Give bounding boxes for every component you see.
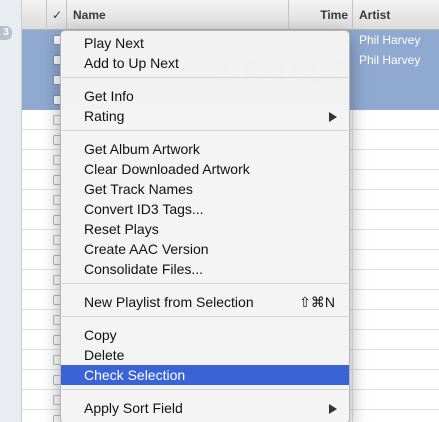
menu-item-rating[interactable]: Rating (61, 106, 349, 126)
column-divider (352, 370, 353, 389)
menu-item-play-next[interactable]: Play Next (61, 33, 349, 53)
column-header-time[interactable]: Time (288, 0, 352, 30)
column-divider (352, 50, 353, 69)
context-menu: Play Next Add to Up Next Get Info Rating Get… (60, 30, 350, 422)
submenu-arrow-icon (329, 404, 337, 414)
menu-item-check-selection[interactable]: Check Selection (61, 365, 349, 385)
column-header-artist[interactable]: Artist (352, 0, 439, 30)
menu-item-label: Create AAC Version (84, 241, 209, 257)
menu-item-label: Rating (84, 108, 125, 124)
column-divider (352, 90, 353, 109)
menu-item-delete[interactable]: Delete (61, 345, 349, 365)
menu-separator (62, 316, 348, 317)
column-divider (352, 270, 353, 289)
artist-cell: Phil Harvey (359, 33, 421, 47)
column-divider (352, 250, 353, 269)
menu-item-reset-plays[interactable]: Reset Plays (61, 219, 349, 239)
menu-item-label: Apply Sort Field (84, 400, 183, 416)
menu-item-get-track-names[interactable]: Get Track Names (61, 179, 349, 199)
column-divider (352, 230, 353, 249)
column-divider (352, 290, 353, 309)
submenu-arrow-icon (329, 112, 337, 122)
menu-item-convert-id3-tags[interactable]: Convert ID3 Tags... (61, 199, 349, 219)
column-divider (352, 150, 353, 169)
menu-separator (62, 77, 348, 78)
menu-item-label: Get Track Names (84, 181, 193, 197)
column-divider (352, 190, 353, 209)
menu-item-apply-sort-field[interactable]: Apply Sort Field (61, 398, 349, 418)
column-header-bar: ✓ Name Time Artist (22, 0, 439, 30)
menu-item-get-album-artwork[interactable]: Get Album Artwork (61, 139, 349, 159)
menu-separator (62, 283, 348, 284)
menu-item-label: Check Selection (84, 367, 186, 383)
artist-cell: Phil Harvey (359, 53, 421, 67)
menu-item-label: Clear Downloaded Artwork (84, 161, 250, 177)
menu-item-create-aac-version[interactable]: Create AAC Version (61, 239, 349, 259)
column-divider (352, 210, 353, 229)
menu-item-new-playlist-from-selection[interactable]: New Playlist from Selection ⇧⌘N (61, 292, 349, 312)
column-divider (352, 70, 353, 89)
column-divider (352, 410, 353, 422)
column-divider (352, 390, 353, 409)
menu-item-get-info[interactable]: Get Info (61, 86, 349, 106)
menu-separator (62, 130, 348, 131)
column-divider (352, 310, 353, 329)
menu-item-label: Consolidate Files... (84, 261, 204, 277)
menu-item-copy[interactable]: Copy (61, 325, 349, 345)
menu-item-label: Copy (84, 327, 117, 343)
menu-item-label: Add to Up Next (84, 55, 179, 71)
column-divider (352, 170, 353, 189)
column-divider (352, 350, 353, 369)
menu-item-consolidate-files[interactable]: Consolidate Files... (61, 259, 349, 279)
keyboard-shortcut: ⇧⌘N (299, 294, 335, 310)
menu-item-label: New Playlist from Selection (84, 294, 254, 310)
column-divider (352, 30, 353, 49)
column-header-name[interactable]: Name (66, 0, 288, 30)
column-divider (352, 130, 353, 149)
menu-item-label: Get Album Artwork (84, 141, 200, 157)
sidebar-gutter: 3 (0, 0, 22, 422)
column-divider (352, 330, 353, 349)
menu-item-label: Reset Plays (84, 221, 159, 237)
menu-item-add-to-up-next[interactable]: Add to Up Next (61, 53, 349, 73)
menu-item-clear-downloaded-artwork[interactable]: Clear Downloaded Artwork (61, 159, 349, 179)
menu-item-label: Delete (84, 347, 125, 363)
menu-item-label: Convert ID3 Tags... (84, 201, 204, 217)
menu-item-label: Get Info (84, 88, 134, 104)
count-badge: 3 (0, 26, 12, 40)
menu-separator (62, 389, 348, 390)
column-divider (352, 110, 353, 129)
menu-item-label: Play Next (84, 35, 144, 51)
column-header-check[interactable]: ✓ (46, 0, 66, 30)
